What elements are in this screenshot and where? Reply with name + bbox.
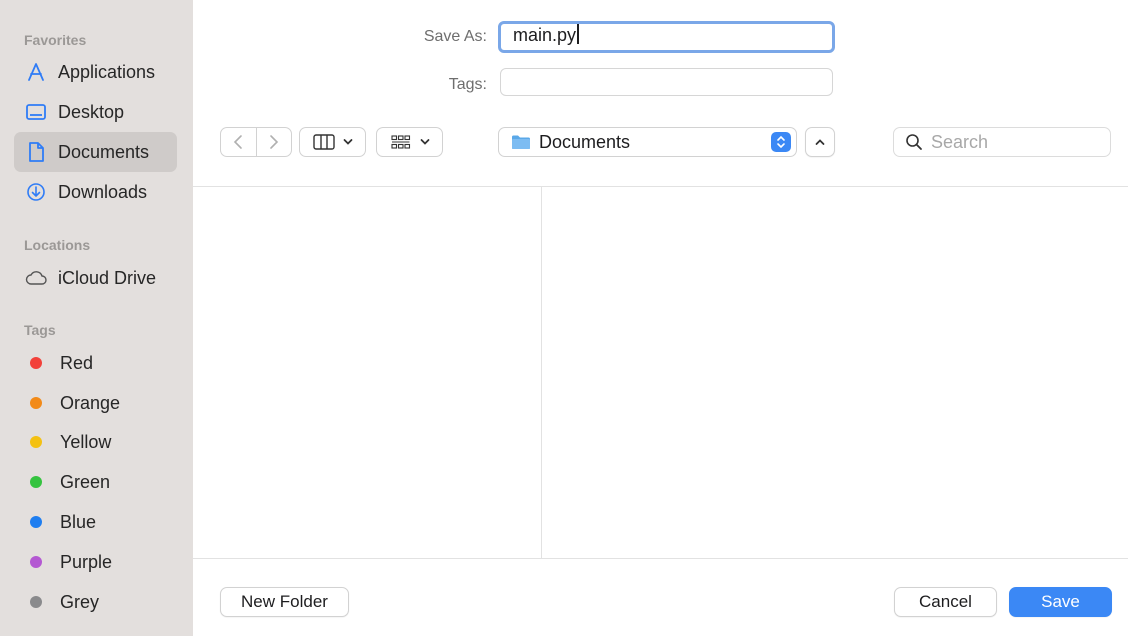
chevron-up-icon (815, 139, 825, 145)
save-button[interactable]: Save (1009, 587, 1112, 617)
cloud-icon (24, 266, 48, 290)
yellow-dot-icon (30, 436, 42, 448)
downloads-icon (24, 180, 48, 204)
sidebar-item-desktop[interactable]: Desktop (14, 92, 177, 132)
tag-grey[interactable]: Grey (14, 582, 177, 622)
sidebar: Favorites Applications Desktop Documents… (0, 0, 193, 636)
tag-label: Green (60, 471, 111, 492)
sidebar-item-downloads[interactable]: Downloads (14, 172, 177, 212)
sidebar-item-label: iCloud Drive (58, 267, 157, 288)
popup-stepper-icon (771, 132, 791, 152)
back-button[interactable] (221, 128, 256, 156)
sidebar-item-documents[interactable]: Documents (14, 132, 177, 172)
search-icon (906, 134, 922, 150)
location-popup[interactable]: Documents (498, 127, 797, 157)
save-as-label: Save As: (423, 28, 487, 45)
forward-button[interactable] (256, 128, 291, 156)
tag-yellow[interactable]: Yellow (14, 422, 177, 462)
tag-label: Red (60, 352, 94, 373)
enclosing-folder-button[interactable] (805, 127, 835, 157)
purple-dot-icon (30, 556, 42, 568)
red-dot-icon (30, 357, 42, 369)
sidebar-item-icloud-drive[interactable]: iCloud Drive (14, 258, 177, 298)
tags-header: Tags (24, 322, 56, 338)
location-label: Documents (539, 131, 631, 152)
search-placeholder: Search (931, 131, 989, 152)
grid-icon (390, 135, 410, 149)
cancel-button[interactable]: Cancel (894, 587, 997, 617)
green-dot-icon (30, 476, 42, 488)
grey-dot-icon (30, 596, 42, 608)
main-panel: Save As: main.py Tags: Documents Search … (193, 0, 1128, 636)
desktop-icon (24, 100, 48, 124)
blue-dot-icon (30, 516, 42, 528)
applications-icon (24, 60, 48, 84)
tag-orange[interactable]: Orange (14, 383, 177, 423)
tag-label: Grey (60, 591, 100, 612)
sidebar-item-label: Desktop (58, 101, 125, 122)
browser-column-1[interactable] (193, 187, 541, 558)
chevron-down-icon (420, 139, 429, 145)
tag-blue[interactable]: Blue (14, 502, 177, 542)
view-mode-button[interactable] (299, 127, 366, 157)
locations-header: Locations (24, 237, 91, 253)
tag-label: Blue (60, 511, 97, 532)
save-as-input[interactable]: main.py (498, 21, 835, 53)
text-caret (577, 24, 579, 44)
save-as-value: main.py (513, 25, 577, 45)
nav-buttons (220, 127, 292, 157)
tag-label: Yellow (60, 431, 112, 452)
tag-red[interactable]: Red (14, 343, 177, 383)
chevron-right-icon (269, 135, 278, 149)
tag-purple[interactable]: Purple (14, 542, 177, 582)
tag-label: Orange (60, 392, 121, 413)
sidebar-item-label: Applications (58, 61, 156, 82)
columns-icon (312, 134, 335, 150)
search-field[interactable]: Search (893, 127, 1111, 157)
group-by-button[interactable] (376, 127, 443, 157)
folder-icon (512, 135, 530, 149)
favorites-header: Favorites (24, 32, 87, 48)
chevron-down-icon (343, 139, 352, 145)
new-folder-button[interactable]: New Folder (220, 587, 349, 617)
sidebar-item-label: Documents (58, 141, 150, 162)
sidebar-item-applications[interactable]: Applications (14, 52, 177, 92)
tag-green[interactable]: Green (14, 462, 177, 502)
tags-label: Tags: (448, 76, 487, 93)
browser-column-2[interactable] (542, 187, 1128, 558)
tag-label: Purple (60, 551, 113, 572)
footer-divider (193, 558, 1128, 559)
chevron-left-icon (234, 135, 243, 149)
save-dialog: Favorites Applications Desktop Documents… (0, 0, 1128, 636)
document-icon (24, 140, 48, 164)
sidebar-item-label: Downloads (58, 181, 148, 202)
orange-dot-icon (30, 397, 42, 409)
tags-input[interactable] (500, 68, 833, 96)
